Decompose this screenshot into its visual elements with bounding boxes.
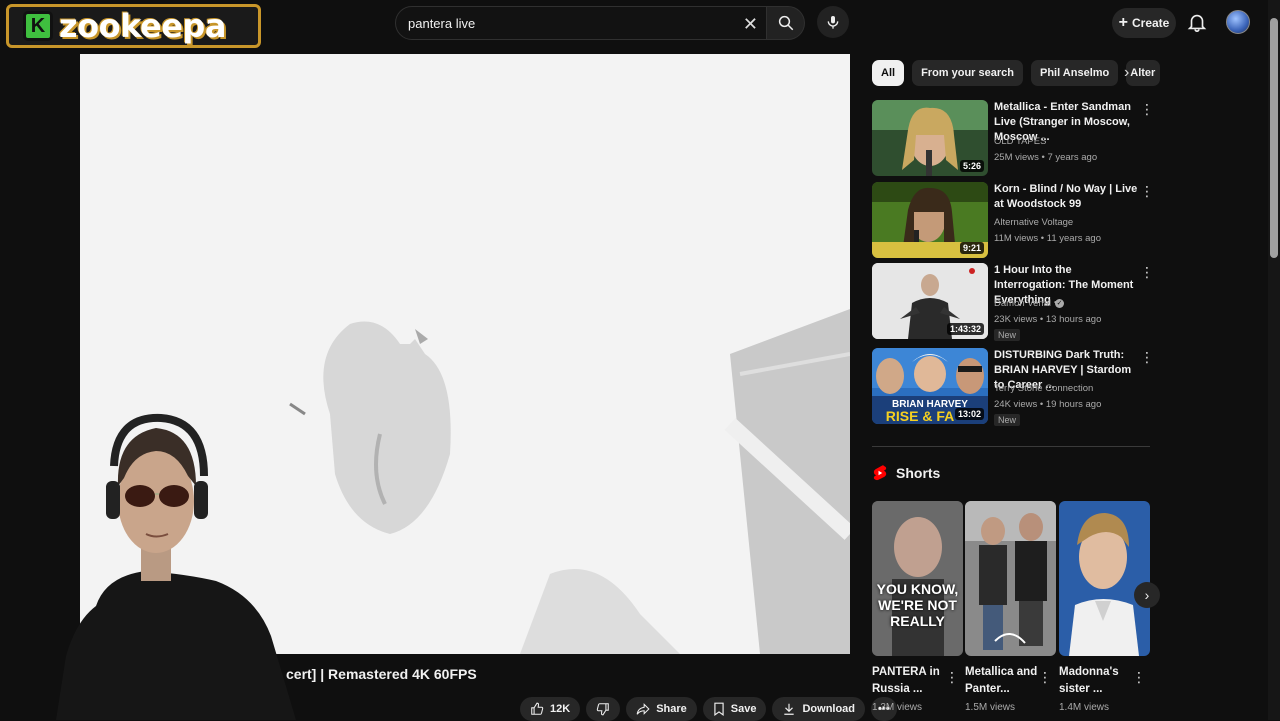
- chip-all[interactable]: All: [872, 60, 905, 86]
- notifications-bell-icon[interactable]: [1186, 11, 1208, 33]
- video-duration: 5:26: [959, 160, 984, 172]
- share-button[interactable]: Share: [626, 697, 697, 721]
- video-thumbnail[interactable]: 1:43:32: [872, 263, 988, 339]
- dislike-button[interactable]: [586, 697, 621, 721]
- thumbs-up-icon: [531, 702, 544, 715]
- channel-name-text: Damon Verial: [994, 298, 1052, 309]
- search-box: ✕: [395, 6, 767, 40]
- microphone-icon: [827, 16, 839, 29]
- video-thumbnail[interactable]: BRIAN HARVEY RISE & FA 13:02: [872, 348, 988, 424]
- create-label: Create: [1131, 16, 1170, 30]
- chip-phil-anselmo[interactable]: Phil Anselmo: [1030, 60, 1119, 86]
- channel-name[interactable]: Alternative Voltage: [994, 217, 1073, 228]
- download-label: Download: [802, 703, 856, 715]
- more-vertical-icon[interactable]: ⋮: [945, 669, 959, 686]
- search-button[interactable]: [767, 6, 805, 40]
- like-button[interactable]: 12K: [520, 697, 581, 721]
- video-title: cert] | Remastered 4K 60FPS: [286, 666, 477, 682]
- voice-search-button[interactable]: [817, 6, 849, 38]
- recommendation-item[interactable]: 5:26 Metallica - Enter Sandman Live (Str…: [872, 100, 1154, 178]
- share-label: Share: [656, 703, 687, 715]
- more-vertical-icon[interactable]: ⋮: [1140, 102, 1154, 116]
- top-bar: K zookeepa ✕ + Create: [0, 0, 1280, 48]
- clear-search-icon[interactable]: ✕: [743, 14, 758, 35]
- short-thumbnail[interactable]: [965, 501, 1056, 656]
- short-overlay-text: YOU KNOW, WE'RE NOT REALLY: [876, 581, 959, 629]
- short-title[interactable]: Madonna's sister ...: [1059, 664, 1137, 698]
- thumbnail-overlay-line2: RISE & FA: [886, 408, 954, 424]
- more-vertical-icon[interactable]: ⋮: [1140, 184, 1154, 198]
- streamer-webcam-image: [56, 413, 296, 720]
- create-button[interactable]: + Create: [1112, 8, 1176, 38]
- channel-name[interactable]: Damon Verial ✓: [994, 298, 1065, 309]
- more-vertical-icon[interactable]: ⋮: [1140, 350, 1154, 364]
- video-meta: 24K views • 19 hours ago: [994, 399, 1102, 410]
- video-thumbnail[interactable]: 9:21: [872, 182, 988, 258]
- search-input[interactable]: [408, 15, 728, 31]
- shorts-next-button[interactable]: ›: [1134, 582, 1160, 608]
- video-thumbnail[interactable]: 5:26: [872, 100, 988, 176]
- thumbnail-image: YOU KNOW, WE'RE NOT REALLY: [872, 501, 963, 656]
- shorts-header: Shorts: [872, 464, 940, 482]
- short-views: 1.4M views: [1059, 702, 1110, 713]
- short-item[interactable]: Metallica and Panter... 1.5M views ⋮: [965, 501, 1056, 713]
- video-duration: 9:21: [959, 242, 984, 254]
- logo-text: zookeepa: [59, 7, 226, 45]
- streamer-logo-overlay: K zookeepa: [6, 4, 261, 48]
- more-vertical-icon[interactable]: ⋮: [1140, 265, 1154, 279]
- thumbs-down-icon: [596, 703, 609, 716]
- save-label: Save: [730, 703, 757, 715]
- recommendation-item[interactable]: 9:21 Korn - Blind / No Way | Live at Woo…: [872, 182, 1154, 260]
- account-avatar[interactable]: [1226, 10, 1250, 34]
- more-vertical-icon[interactable]: ⋮: [1132, 669, 1146, 686]
- short-item[interactable]: YOU KNOW, WE'RE NOT REALLY PANTERA in Ru…: [872, 501, 963, 713]
- recommendation-item[interactable]: BRIAN HARVEY RISE & FA 13:02 DISTURBING …: [872, 348, 1154, 426]
- short-item[interactable]: Madonna's sister ... 1.4M views ⋮: [1059, 501, 1150, 713]
- channel-name[interactable]: Terry Stone Connection: [994, 383, 1093, 394]
- short-thumbnail[interactable]: YOU KNOW, WE'RE NOT REALLY: [872, 501, 963, 656]
- share-icon: [636, 703, 650, 715]
- scrollbar-thumb[interactable]: [1270, 18, 1278, 258]
- video-meta: 23K views • 13 hours ago: [994, 314, 1102, 325]
- video-meta: 25M views • 7 years ago: [994, 152, 1098, 163]
- video-meta: 11M views • 11 years ago: [994, 233, 1101, 244]
- logo-badge: K: [23, 11, 53, 41]
- chevron-right-icon[interactable]: ›: [1124, 64, 1142, 82]
- short-thumbnail[interactable]: [1059, 501, 1150, 656]
- new-badge: New: [994, 414, 1021, 426]
- chevron-right-icon: ›: [1144, 587, 1150, 603]
- more-vertical-icon[interactable]: ⋮: [1038, 669, 1052, 686]
- page-scrollbar[interactable]: [1268, 0, 1280, 720]
- short-views: 1.5M views: [965, 702, 1016, 713]
- short-title[interactable]: Metallica and Panter...: [965, 664, 1043, 698]
- chip-from-your-search[interactable]: From your search: [912, 60, 1023, 86]
- short-views: 1.3M views: [872, 702, 923, 713]
- new-badge: New: [994, 329, 1021, 341]
- bookmark-icon: [714, 702, 724, 716]
- video-actions: 12K Share Save Download •••: [520, 697, 897, 721]
- download-icon: [784, 703, 795, 715]
- webcam-overlay: [56, 406, 316, 720]
- plus-icon: +: [1118, 14, 1128, 31]
- thumbnail-image: [965, 501, 1056, 656]
- verified-check-icon: ✓: [1055, 299, 1065, 308]
- like-count: 12K: [550, 703, 571, 715]
- video-title[interactable]: Korn - Blind / No Way | Live at Woodstoc…: [994, 182, 1139, 212]
- recommendation-item[interactable]: 1:43:32 1 Hour Into the Interrogation: T…: [872, 263, 1154, 341]
- channel-name[interactable]: OLD TAPES: [994, 136, 1046, 147]
- short-title[interactable]: PANTERA in Russia ...: [872, 664, 950, 698]
- video-duration: 1:43:32: [946, 323, 984, 335]
- thumbnail-image: [1059, 501, 1150, 656]
- filter-chips: All From your search Phil Anselmo Alter: [872, 60, 1161, 86]
- shorts-heading: Shorts: [896, 465, 941, 481]
- download-button[interactable]: Download: [772, 697, 866, 721]
- search-icon: [778, 15, 793, 31]
- save-button[interactable]: Save: [702, 697, 767, 721]
- video-duration: 13:02: [954, 408, 984, 420]
- section-divider: [872, 446, 1150, 447]
- shorts-icon: [873, 465, 887, 481]
